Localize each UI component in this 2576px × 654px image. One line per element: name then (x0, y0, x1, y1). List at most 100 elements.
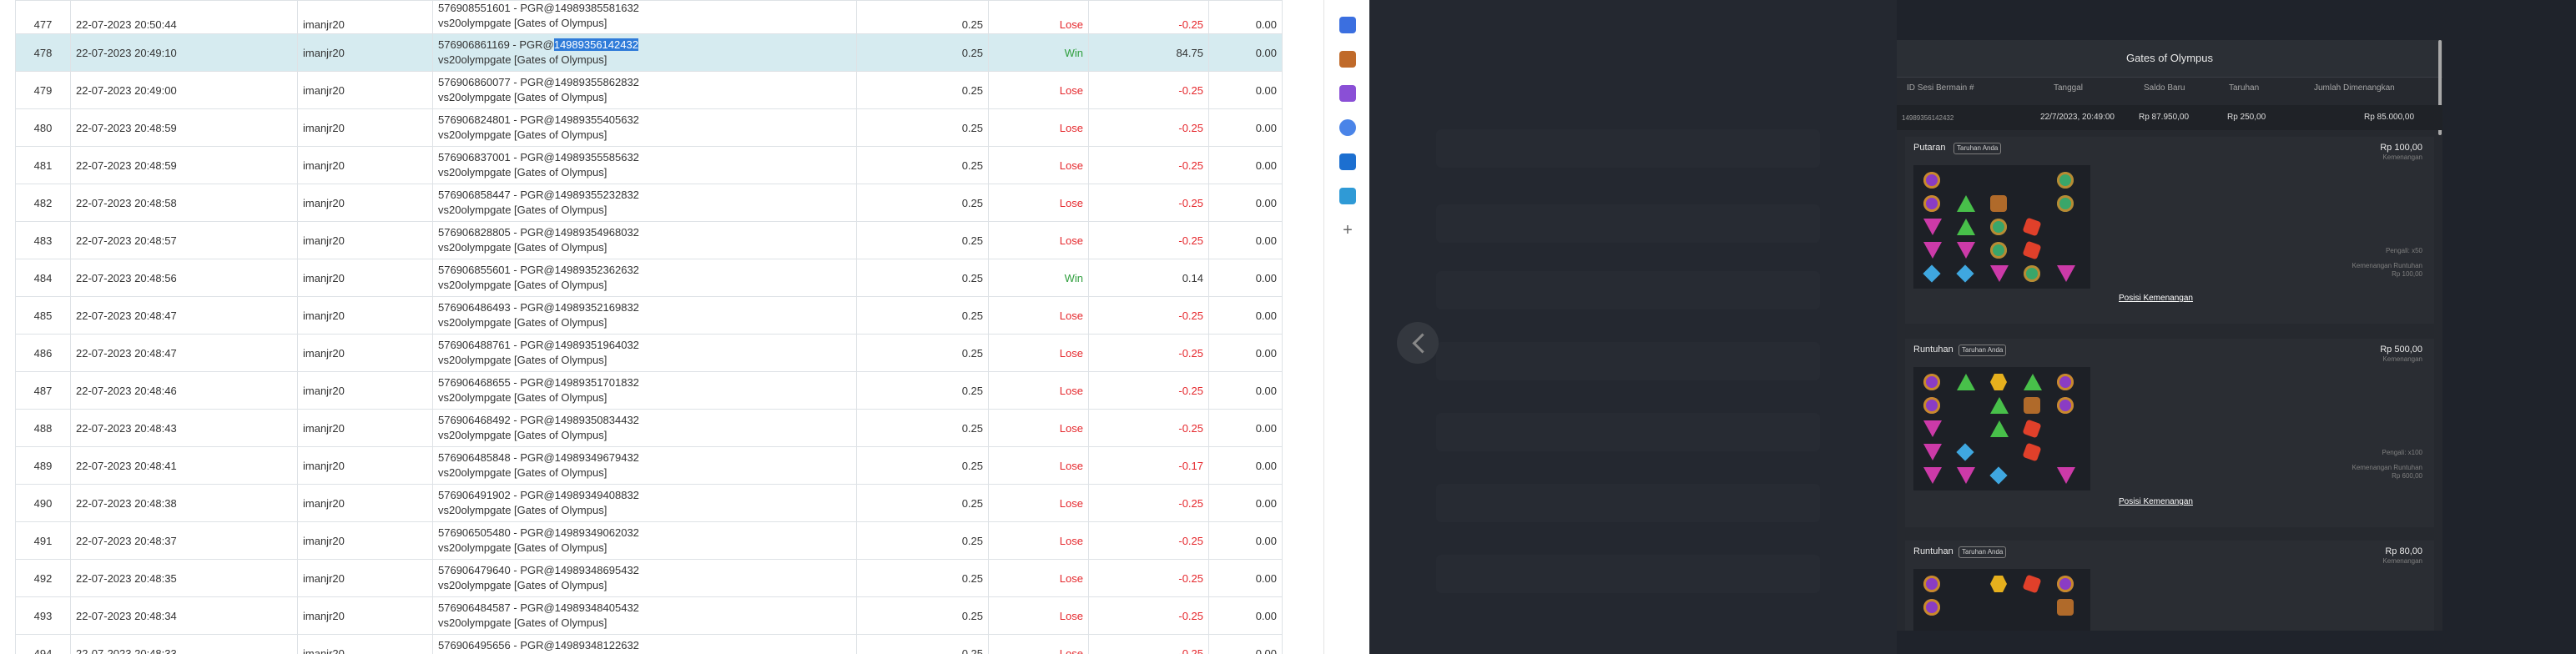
table-row[interactable]: 489 22-07-2023 20:48:41 imanjr20 5769064858… (15, 446, 1283, 485)
game-cell[interactable]: 576906858447 - PGR@14989355232832 vs20oly… (432, 184, 857, 222)
game-cell[interactable]: 576906468655 - PGR@14989351701832 vs20oly… (432, 371, 857, 410)
reel-symbol-icon (2024, 265, 2040, 282)
table-row[interactable]: 491 22-07-2023 20:48:37 imanjr20 5769065054… (15, 521, 1283, 560)
table-row[interactable]: 482 22-07-2023 20:48:58 imanjr20 5769068584… (15, 184, 1283, 222)
previous-button[interactable] (1397, 322, 1439, 364)
win-loss: -0.25 (1088, 484, 1209, 522)
win-position-link[interactable]: Posisi Kemenangan (2119, 497, 2193, 506)
row-number: 483 (15, 221, 71, 259)
table-row[interactable]: 487 22-07-2023 20:48:46 imanjr20 5769064686… (15, 371, 1283, 410)
copilot-icon[interactable] (1339, 119, 1356, 136)
game-cell[interactable]: 576908551601 - PGR@14989385581632 vs20oly… (432, 0, 857, 34)
win-loss: -0.25 (1088, 334, 1209, 372)
table-row[interactable]: 492 22-07-2023 20:48:35 imanjr20 5769064796… (15, 559, 1283, 597)
header-balance: Saldo Baru (2144, 83, 2185, 93)
reel-symbol-icon (1923, 195, 1940, 212)
game-cell[interactable]: 576906484587 - PGR@14989348405432 vs20oly… (432, 596, 857, 635)
jackpot: 0.00 (1208, 521, 1283, 560)
reel-symbol-icon (2057, 374, 2074, 390)
game-cell[interactable]: 576906861169 - PGR@14989356142432 vs20oly… (432, 33, 857, 72)
table-row[interactable]: 488 22-07-2023 20:48:43 imanjr20 5769064684… (15, 409, 1283, 447)
game-cell[interactable]: 576906824801 - PGR@14989355405632 vs20oly… (432, 108, 857, 147)
table-row[interactable]: 486 22-07-2023 20:48:47 imanjr20 5769064887… (15, 334, 1283, 372)
table-row[interactable]: 494 22-07-2023 20:48:33 imanjr20 5769064956… (15, 634, 1283, 654)
bet-date: 22-07-2023 20:48:43 (70, 409, 298, 447)
bet-date: 22-07-2023 20:48:46 (70, 371, 298, 410)
game-cell[interactable]: 576906860077 - PGR@14989355862832 vs20oly… (432, 71, 857, 109)
reel-symbol-icon (1957, 219, 1975, 235)
win-loss: -0.25 (1088, 521, 1209, 560)
game-cell[interactable]: 576906855601 - PGR@14989352362632 vs20oly… (432, 259, 857, 297)
game-cell[interactable]: 576906488761 - PGR@14989351964032 vs20oly… (432, 334, 857, 372)
ghost-row (1436, 271, 1820, 309)
table-row[interactable]: 485 22-07-2023 20:48:47 imanjr20 5769064864… (15, 296, 1283, 335)
game-history-popup: Gates of Olympus ID Sesi Bermain # Tangg… (1897, 40, 2442, 631)
table-row[interactable]: 481 22-07-2023 20:48:59 imanjr20 5769068370… (15, 146, 1283, 184)
jackpot: 0.00 (1208, 296, 1283, 335)
add-icon[interactable]: + (1339, 222, 1356, 239)
reel-symbol-icon (1923, 467, 1942, 484)
game-code: vs20olympgate [Gates of Olympus] (438, 53, 607, 66)
game-code: vs20olympgate [Gates of Olympus] (438, 91, 607, 103)
bet-amount: 0.25 (856, 446, 989, 485)
round-id: 576906505480 - PGR@14989349062032 (438, 526, 639, 539)
header-round-id: ID Sesi Bermain # (1907, 83, 1974, 93)
result-status: Lose (988, 0, 1089, 34)
game-cell[interactable]: 576906491902 - PGR@14989349408832 vs20oly… (432, 484, 857, 522)
selected-round-id: 14989356142432 (553, 38, 638, 51)
table-row[interactable]: 479 22-07-2023 20:49:00 imanjr20 5769068600… (15, 71, 1283, 109)
jackpot: 0.00 (1208, 409, 1283, 447)
section-amount-sub: Kemenangan (2382, 557, 2422, 565)
game-code: vs20olympgate [Gates of Olympus] (438, 541, 607, 554)
chess-icon[interactable] (1339, 85, 1356, 102)
result-status: Lose (988, 108, 1089, 147)
game-cell[interactable]: 576906468492 - PGR@14989350834432 vs20oly… (432, 409, 857, 447)
result-status: Lose (988, 446, 1089, 485)
table-row[interactable]: 490 22-07-2023 20:48:38 imanjr20 5769064919… (15, 484, 1283, 522)
bet-amount: 0.25 (856, 596, 989, 635)
row-number: 486 (15, 334, 71, 372)
reel-symbol-icon (2022, 574, 2042, 594)
header-bet: Taruhan (2229, 83, 2260, 93)
win-loss: -0.17 (1088, 446, 1209, 485)
table-row[interactable]: 483 22-07-2023 20:48:57 imanjr20 5769068288… (15, 221, 1283, 259)
table-row[interactable]: 480 22-07-2023 20:48:59 imanjr20 5769068248… (15, 108, 1283, 147)
reel-symbol-icon (1923, 599, 1940, 616)
section-label: Putaran (1913, 143, 1946, 153)
ghost-row (1436, 342, 1820, 380)
result-status: Lose (988, 221, 1089, 259)
row-number: 482 (15, 184, 71, 222)
round-id: 576906837001 - PGR@14989355585632 (438, 151, 639, 164)
game-cell[interactable]: 576906485848 - PGR@14989349679432 vs20oly… (432, 446, 857, 485)
jackpot: 0.00 (1208, 184, 1283, 222)
win-loss: 84.75 (1088, 33, 1209, 72)
table-row[interactable]: 478 22-07-2023 20:49:10 imanjr20 5769068611… (15, 33, 1283, 72)
table-row[interactable]: 477 22-07-2023 20:50:44 imanjr20 5769085516… (15, 0, 1283, 34)
reel-symbol-icon (1957, 242, 1975, 259)
shopping-icon[interactable] (1339, 188, 1356, 204)
game-cell[interactable]: 576906486493 - PGR@14989352169832 vs20oly… (432, 296, 857, 335)
bet-amount: 0.25 (856, 71, 989, 109)
bet-amount: 0.25 (856, 484, 989, 522)
row-number: 487 (15, 371, 71, 410)
win-loss: -0.25 (1088, 221, 1209, 259)
win-position-link[interactable]: Posisi Kemenangan (2119, 294, 2193, 303)
table-row[interactable]: 493 22-07-2023 20:48:34 imanjr20 5769064845… (15, 596, 1283, 635)
game-cell[interactable]: 576906495656 - PGR@14989348122632vs20oly… (432, 634, 857, 654)
game-cell[interactable]: 576906505480 - PGR@14989349062032 vs20oly… (432, 521, 857, 560)
game-cell[interactable]: 576906837001 - PGR@14989355585632 vs20oly… (432, 146, 857, 184)
reel-symbol-icon (1990, 420, 2009, 437)
ghost-row (1436, 129, 1820, 168)
table-row[interactable]: 484 22-07-2023 20:48:56 imanjr20 5769068556… (15, 259, 1283, 297)
bet-date: 22-07-2023 20:48:37 (70, 521, 298, 560)
reel-symbol-icon (1990, 397, 2009, 414)
tag-icon[interactable] (1339, 17, 1356, 33)
outlook-icon[interactable] (1339, 153, 1356, 170)
win-loss: -0.25 (1088, 409, 1209, 447)
game-cell[interactable]: 576906479640 - PGR@14989348695432 vs20oly… (432, 559, 857, 597)
jackpot: 0.00 (1208, 259, 1283, 297)
briefcase-icon[interactable] (1339, 51, 1356, 68)
round-id: 576906468655 - PGR@14989351701832 (438, 376, 639, 389)
game-cell[interactable]: 576906828805 - PGR@14989354968032 vs20oly… (432, 221, 857, 259)
multiplier-text: Pengali: x50 (2385, 247, 2422, 254)
